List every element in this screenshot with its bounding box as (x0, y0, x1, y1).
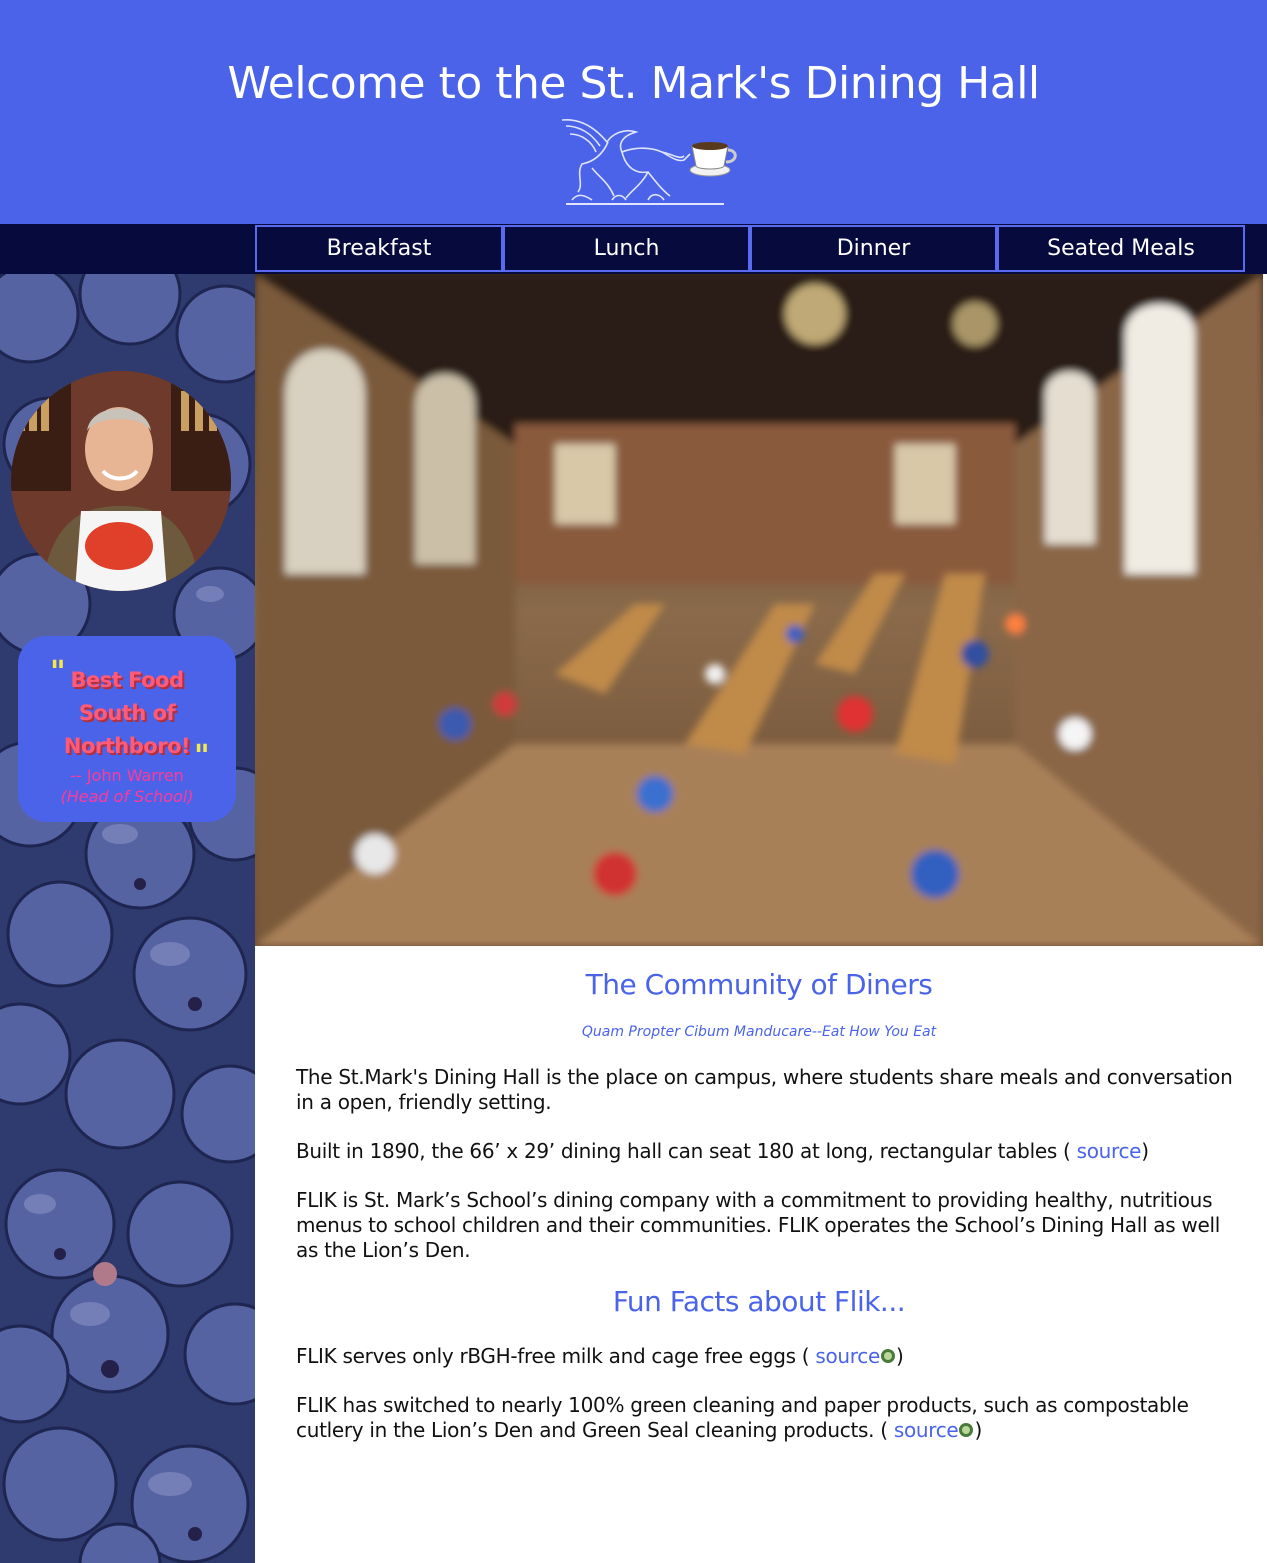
nav-dinner[interactable]: Dinner (750, 225, 997, 272)
nav-breakfast[interactable]: Breakfast (255, 225, 503, 272)
main-content: The Community of Diners Quam Propter Cib… (255, 946, 1267, 1563)
quote-author: -- John Warren (70, 766, 184, 785)
paragraph-intro: The St.Mark's Dining Hall is the place o… (296, 1065, 1233, 1114)
griffin-crest-icon (561, 119, 737, 205)
paragraph-green-cleaning-text: FLIK has switched to nearly 100% green c… (296, 1393, 1189, 1442)
quote-role: (Head of School) (60, 787, 194, 806)
paragraph-milk-eggs-end: ) (895, 1344, 904, 1368)
head-of-school-photo (11, 371, 231, 591)
page-header: Welcome to the St. Mark's Dining Hall (0, 0, 1267, 224)
source-link-1[interactable]: source (1071, 1139, 1142, 1163)
nav-seated-meals[interactable]: Seated Meals (997, 225, 1245, 272)
green-seal-icon (959, 1423, 974, 1437)
motto-text: Quam Propter Cibum Manducare--Eat How Yo… (581, 1024, 937, 1040)
dining-hall-photo (255, 274, 1263, 946)
paragraph-flik: FLIK is St. Mark’s School’s dining compa… (296, 1188, 1220, 1262)
open-quote-mark: " (50, 655, 66, 690)
source-link-2[interactable]: source (809, 1344, 880, 1368)
paragraph-built-text: Built in 1890, the 66’ x 29’ dining hall… (296, 1139, 1071, 1163)
quote-text: " Best Food South of Northboro! " (18, 656, 236, 773)
paragraph-green-cleaning: FLIK has switched to nearly 100% green c… (296, 1393, 1236, 1443)
paragraph-built-end: ) (1141, 1139, 1149, 1163)
nav-lunch[interactable]: Lunch (503, 225, 750, 272)
quote-line-2: South of (78, 701, 176, 725)
sidebar: " Best Food South of Northboro! " -- Joh… (0, 274, 255, 1563)
green-seal-icon (880, 1349, 895, 1363)
section-title-community: The Community of Diners (585, 968, 933, 1001)
paragraph-built: Built in 1890, the 66’ x 29’ dining hall… (296, 1139, 1236, 1164)
paragraph-green-cleaning-end: ) (974, 1418, 982, 1442)
quote-card: " Best Food South of Northboro! " -- Joh… (18, 636, 236, 822)
paragraph-milk-eggs-text: FLIK serves only rBGH-free milk and cage… (296, 1344, 810, 1368)
page-title: Welcome to the St. Mark's Dining Hall (227, 58, 1040, 109)
paragraph-milk-eggs: FLIK serves only rBGH-free milk and cage… (296, 1344, 1236, 1369)
section-title-fun-facts: Fun Facts about Flik... (612, 1285, 906, 1318)
source-link-3[interactable]: source (888, 1418, 959, 1442)
